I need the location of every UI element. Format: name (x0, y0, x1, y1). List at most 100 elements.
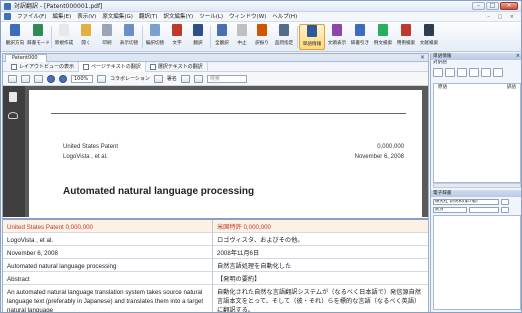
translation-row[interactable]: November 6, 2008 2008年11月6日 (3, 246, 428, 259)
menu-translate[interactable]: 翻訳(T) (136, 12, 161, 22)
translation-row[interactable]: LogoVista , et al. ロゴヴィスタ、およびその他。 (3, 233, 428, 246)
menu-target-edit[interactable]: 訳文編集(Y) (161, 12, 197, 22)
source-cell[interactable]: An automated natural language translatio… (3, 285, 213, 312)
dictionary-select[interactable]: 研究社 新英和(第7版) (433, 198, 499, 205)
ribbon-button-15[interactable]: 辞書引き (349, 24, 371, 50)
ribbon-button-14[interactable]: 文頭表示 (326, 24, 348, 50)
zoom-out-icon[interactable] (47, 74, 55, 83)
ribbon-button-label: 文献検索 (419, 41, 439, 46)
document-menu-icon[interactable] (4, 13, 11, 20)
dictionary-search-icon[interactable] (501, 206, 509, 213)
source-cell[interactable]: Automated natural language processing (3, 259, 213, 271)
ribbon-button-7[interactable]: 文字 (167, 24, 187, 50)
translation-row[interactable]: Automated natural language processing 自然言… (3, 259, 428, 272)
word-info-header: 単語情報 × (431, 53, 521, 60)
target-cell[interactable]: 自動化された自然な言語翻訳システムが（なるべく日本語で）発信源自然言語本文をとっ… (213, 285, 428, 312)
word-tool-5-icon[interactable] (481, 68, 491, 77)
view-tabs: レイアウトビューの表示 ページテキストの翻訳 選択テキストの翻訳 (3, 61, 428, 72)
dictionary-jump-icon[interactable] (501, 198, 509, 205)
target-cell[interactable]: 米国特許 0,000,000 (213, 220, 428, 232)
pdf-icon[interactable] (193, 74, 203, 83)
sign-button[interactable]: 署名 (167, 75, 177, 82)
tab-page-text-translate[interactable]: ページテキストの翻訳 (79, 61, 146, 72)
ribbon-button-0[interactable]: 翻訳方向 (4, 24, 26, 50)
ribbon-button-5[interactable]: 表示切替 (118, 24, 140, 50)
word-list-scrollbar[interactable] (433, 183, 521, 188)
attachment-icon[interactable] (8, 112, 18, 119)
ribbon-button-4[interactable]: 印刷 (97, 24, 117, 50)
new-file-icon (59, 24, 69, 36)
menu-bar: ファイル(F) 編集(E) 表示(V) 原文編集(G) 翻訳(T) 訳文編集(Y… (1, 12, 521, 22)
target-cell[interactable]: 自然言語処理を自動化した (213, 259, 428, 271)
print-icon[interactable] (8, 74, 17, 83)
ribbon-button-16[interactable]: 例文検索 (372, 24, 394, 50)
tab-layout-view[interactable]: レイアウトビューの表示 (7, 61, 80, 72)
source-cell[interactable]: United States Patent 0,000,000 (3, 220, 213, 232)
minimize-button[interactable]: – (472, 2, 485, 10)
menu-source-edit[interactable]: 原文編集(G) (99, 12, 136, 22)
collaboration-button[interactable]: コラボレーション (110, 75, 150, 82)
document-pane: Patent000 × レイアウトビューの表示 ページテキストの翻訳 選択テキス… (2, 53, 429, 312)
menu-file[interactable]: ファイル(F) (14, 12, 49, 22)
word-tool-4-icon[interactable] (469, 68, 479, 77)
patent-title: Automated natural language processing (63, 186, 255, 197)
pen-icon (153, 74, 163, 83)
word-list[interactable]: 原語 訳語 (433, 83, 521, 183)
word-tool-2-icon[interactable] (445, 68, 455, 77)
menu-view[interactable]: 表示(V) (74, 12, 99, 22)
tab-selection-translate[interactable]: 選択テキストの翻訳 (146, 61, 208, 72)
source-cell[interactable]: Abstract (3, 272, 213, 284)
target-cell[interactable]: 【発明の要約】 (213, 272, 428, 284)
word-tool-1-icon[interactable] (433, 68, 443, 77)
page-thumbnail-icon[interactable] (9, 92, 17, 102)
ribbon-button-10[interactable]: 中止 (233, 24, 251, 50)
target-cell[interactable]: 2008年11月6日 (213, 246, 428, 258)
word-tool-6-icon[interactable] (493, 68, 503, 77)
ribbon-button-11[interactable]: 訳振り (252, 24, 272, 50)
lookup-word-input[interactable] (469, 206, 499, 213)
translation-row[interactable]: An automated natural language translatio… (3, 285, 428, 312)
ribbon-button-6[interactable]: 編訳切替 (144, 24, 166, 50)
pdf-viewer[interactable]: United States Patent 0,000,000 LogoVista… (3, 86, 428, 217)
target-cell[interactable]: ロゴヴィスタ、およびその他。 (213, 233, 428, 245)
fit-page-icon[interactable] (180, 74, 190, 83)
email-icon[interactable] (34, 74, 43, 83)
app-icon (4, 3, 11, 10)
ribbon-button-3[interactable]: 開く (76, 24, 96, 50)
font-icon (172, 24, 182, 36)
zoom-in-icon[interactable] (59, 74, 67, 83)
close-document-icon[interactable]: × (420, 54, 425, 61)
maximize-button[interactable]: □ (486, 2, 499, 10)
menu-window[interactable]: ウィンドウ(W) (226, 12, 269, 22)
mdi-controls[interactable]: – □ × (487, 14, 517, 20)
ribbon-button-label: 文頭表示 (327, 41, 347, 46)
translation-row[interactable]: United States Patent 0,000,000 米国特許 0,000… (3, 220, 428, 233)
zoom-field[interactable]: 100% (71, 74, 93, 83)
ribbon-button-17[interactable]: 用例検索 (395, 24, 417, 50)
ribbon-button-2[interactable]: 新規作成 (53, 24, 75, 50)
ribbon-separator (297, 26, 298, 48)
close-pane-icon[interactable]: × (516, 53, 520, 60)
translation-row[interactable]: Abstract 【発明の要約】 (3, 272, 428, 285)
close-button[interactable]: × (500, 2, 518, 10)
ribbon-button-18[interactable]: 文献検索 (418, 24, 440, 50)
ribbon-button-8[interactable]: 翻訳 (188, 24, 208, 50)
match-select[interactable]: 前方 (433, 206, 467, 213)
ribbon-button-12[interactable]: 品詞指定 (273, 24, 295, 50)
save-icon[interactable] (21, 74, 30, 83)
menu-help[interactable]: ヘルプ(H) (269, 12, 300, 22)
pdf-search-input[interactable]: 検索 (206, 74, 247, 83)
menu-tools[interactable]: ツール(L) (196, 12, 226, 22)
page-rule (51, 113, 406, 114)
source-cell[interactable]: November 6, 2008 (3, 246, 213, 258)
source-cell[interactable]: LogoVista , et al. (3, 233, 213, 245)
ribbon-button-13[interactable]: 単語情報 (299, 24, 325, 50)
ribbon-button-label: 文字 (172, 41, 182, 46)
menu-edit[interactable]: 編集(E) (49, 12, 74, 22)
ribbon-button-9[interactable]: 全翻訳 (212, 24, 232, 50)
tab-page-text-label: ページテキストの翻訳 (91, 64, 141, 70)
word-tool-3-icon[interactable] (457, 68, 467, 77)
ribbon-separator (142, 26, 143, 48)
ribbon-toolbar: 翻訳方向 辞書モード 新規作成 開く 印刷 表示切替 編訳切替 文字 翻訳 全翻訳 中止 訳振り 品詞指… (1, 22, 521, 52)
ribbon-button-1[interactable]: 辞書モード (27, 24, 50, 50)
